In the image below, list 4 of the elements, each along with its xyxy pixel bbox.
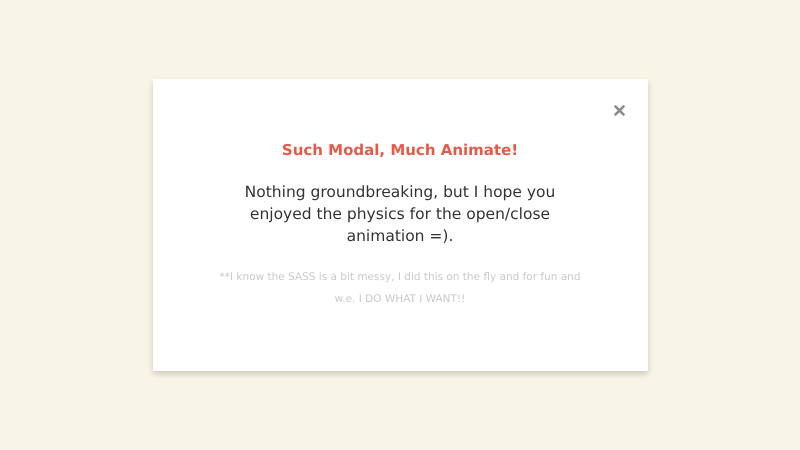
close-button[interactable] [612, 103, 626, 118]
modal-title: Such Modal, Much Animate! [280, 140, 520, 160]
close-icon [614, 105, 624, 116]
modal-message: Nothing groundbreaking, but I hope you enjoyed the physics for the open/close animation =). [244, 182, 556, 247]
